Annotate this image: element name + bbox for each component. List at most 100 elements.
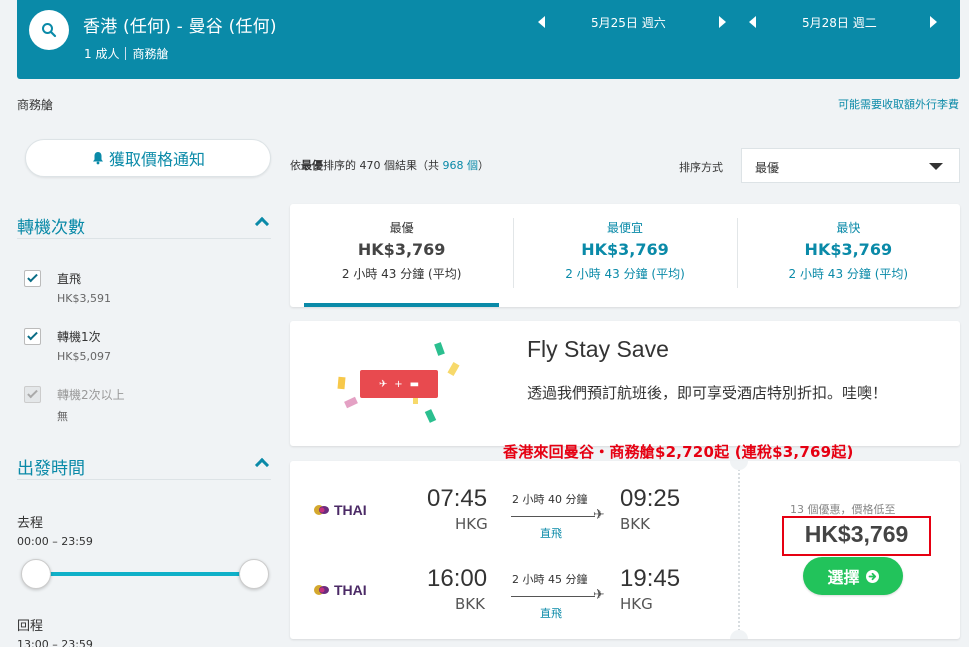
departure-time: 07:45 bbox=[427, 485, 488, 512]
confetti-decoration bbox=[337, 376, 346, 390]
outbound-time-slider[interactable] bbox=[36, 572, 254, 576]
stops-label: 直飛 bbox=[540, 607, 562, 620]
plane-icon: ✈ bbox=[593, 587, 605, 603]
arrival-airport: BKK bbox=[620, 515, 650, 533]
confetti-decoration bbox=[424, 409, 437, 423]
airline-name: THAI bbox=[334, 582, 367, 598]
nonstop-checkbox[interactable] bbox=[24, 270, 41, 287]
passenger-count: 1 成人 bbox=[84, 47, 120, 61]
time-filter-header[interactable]: 出發時間 bbox=[17, 454, 271, 480]
cabin-class: 商務艙 bbox=[132, 47, 169, 61]
ticket-notch bbox=[730, 630, 748, 639]
outbound-label: 去程 bbox=[17, 516, 44, 531]
active-tab-indicator bbox=[304, 303, 500, 307]
search-icon bbox=[42, 23, 57, 38]
filter-price: HK$3,591 bbox=[57, 292, 111, 305]
filter-price: HK$5,097 bbox=[57, 350, 111, 363]
return-date[interactable]: 5月28日 週二 bbox=[802, 14, 877, 31]
thai-airways-icon bbox=[314, 505, 329, 515]
tab-price: HK$3,769 bbox=[581, 240, 669, 259]
bell-icon bbox=[92, 152, 103, 165]
stops-filter-title: 轉機次數 bbox=[17, 218, 85, 238]
check-icon bbox=[27, 271, 38, 283]
tab-duration: 2 小時 43 分鐘 (平均) bbox=[788, 267, 909, 281]
slider-handle-end[interactable] bbox=[239, 559, 269, 589]
filter-label: 轉機2次以上 bbox=[57, 388, 125, 402]
arrival-airport: HKG bbox=[620, 595, 653, 613]
arrival-time: 09:25 bbox=[620, 485, 681, 512]
promo-title: Fly Stay Save bbox=[527, 336, 669, 362]
fly-stay-save-banner[interactable]: ✈ + ▬ Fly Stay Save 透過我們預訂航班後，即可享受酒店特別折扣… bbox=[290, 321, 960, 446]
confetti-decoration bbox=[447, 362, 460, 376]
airline-logo: THAI bbox=[312, 582, 367, 598]
search-button[interactable] bbox=[29, 10, 69, 50]
stops-label: 直飛 bbox=[540, 527, 562, 540]
outbound-range: 00:00 – 23:59 bbox=[17, 535, 93, 548]
chevron-up-icon[interactable] bbox=[254, 457, 270, 473]
route-title: 香港 (任何) - 曼谷 (任何) bbox=[83, 17, 277, 37]
airline-name: THAI bbox=[334, 502, 367, 518]
slider-handle-start[interactable] bbox=[21, 559, 51, 589]
divider bbox=[125, 47, 127, 60]
tab-duration: 2 小時 43 分鐘 (平均) bbox=[565, 267, 685, 281]
route-line bbox=[511, 596, 595, 597]
check-icon bbox=[27, 387, 38, 399]
one-stop-checkbox[interactable] bbox=[24, 328, 41, 345]
flight-duration: 2 小時 45 分鐘 bbox=[512, 573, 588, 586]
cabin-label: 商務艙 bbox=[17, 98, 54, 112]
price-alert-label: 獲取價格通知 bbox=[108, 150, 205, 169]
tab-price: HK$3,769 bbox=[357, 240, 446, 259]
next-depart-date-icon[interactable] bbox=[719, 16, 726, 28]
select-flight-button[interactable]: 選擇 bbox=[803, 557, 903, 595]
bed-icon: ▬ bbox=[409, 378, 420, 390]
confetti-decoration bbox=[344, 396, 358, 409]
price-alert-button[interactable]: 獲取價格通知 bbox=[25, 139, 271, 177]
caret-down-icon bbox=[929, 163, 943, 170]
departure-airport: BKK bbox=[455, 595, 485, 613]
select-label: 選擇 bbox=[827, 568, 860, 587]
prev-return-date-icon[interactable] bbox=[749, 16, 756, 28]
promo-description: 透過我們預訂航班後，即可享受酒店特別折扣。哇噢！ bbox=[527, 384, 888, 402]
confetti-decoration bbox=[434, 342, 445, 356]
departure-airport: HKG bbox=[455, 515, 488, 533]
depart-date[interactable]: 5月25日 週六 bbox=[591, 14, 666, 31]
flight-price: HK$3,769 bbox=[804, 521, 909, 547]
sort-label: 排序方式 bbox=[679, 161, 723, 174]
plane-icon: ✈ bbox=[593, 507, 605, 523]
trip-details: 1 成人 商務艙 bbox=[84, 45, 168, 62]
card-divider bbox=[738, 461, 740, 639]
filter-label: 轉機1次 bbox=[57, 330, 101, 344]
two-plus-stops-checkbox bbox=[24, 386, 41, 403]
result-total[interactable]: 968 個 bbox=[443, 159, 479, 172]
route-line bbox=[511, 516, 595, 517]
flight-result-card[interactable]: THAI 07:45 HKG 2 小時 40 分鐘 ✈ 直飛 09:25 BKK… bbox=[290, 461, 960, 639]
chevron-up-icon[interactable] bbox=[254, 216, 270, 232]
tab-duration: 2 小時 43 分鐘 (平均) bbox=[341, 267, 462, 281]
deals-count: 13 個優惠，價格低至 bbox=[790, 503, 896, 516]
tab-best[interactable]: 最優 HK$3,769 2 小時 43 分鐘 (平均) bbox=[290, 204, 513, 307]
baggage-fee-link[interactable]: 可能需要收取額外行李費 bbox=[838, 96, 959, 112]
sort-dropdown[interactable]: 最優 bbox=[741, 148, 960, 183]
stops-filter-header[interactable]: 轉機次數 bbox=[17, 213, 271, 239]
price-highlight-box: HK$3,769 bbox=[782, 516, 931, 556]
search-summary-bar[interactable]: 香港 (任何) - 曼谷 (任何) 1 成人 商務艙 5月25日 週六 5月28… bbox=[17, 0, 960, 79]
return-label: 回程 bbox=[17, 619, 44, 634]
prev-depart-date-icon[interactable] bbox=[538, 16, 545, 28]
arrow-right-icon bbox=[865, 569, 879, 583]
time-filter-title: 出發時間 bbox=[17, 459, 85, 479]
tab-name: 最便宜 bbox=[606, 221, 643, 235]
next-return-date-icon[interactable] bbox=[930, 16, 937, 28]
confetti-decoration bbox=[413, 397, 418, 404]
filter-label: 直飛 bbox=[57, 272, 82, 286]
ticket-notch bbox=[730, 461, 748, 470]
result-middle: 排序的 470 個結果（共 bbox=[323, 159, 443, 172]
filter-price: 無 bbox=[57, 410, 68, 423]
result-count: 依最優排序的 470 個結果（共 968 個） bbox=[290, 157, 489, 173]
plus-icon: + bbox=[394, 378, 403, 390]
return-leg: THAI 16:00 BKK 2 小時 45 分鐘 ✈ 直飛 19:45 HKG bbox=[290, 565, 730, 631]
result-suffix: ） bbox=[478, 159, 489, 172]
plane-icon: ✈ bbox=[378, 378, 388, 390]
return-range: 13:00 – 23:59 bbox=[17, 638, 93, 647]
tab-cheapest[interactable]: 最便宜 HK$3,769 2 小時 43 分鐘 (平均) bbox=[513, 204, 736, 307]
tab-fastest[interactable]: 最快 HK$3,769 2 小時 43 分鐘 (平均) bbox=[736, 204, 960, 307]
